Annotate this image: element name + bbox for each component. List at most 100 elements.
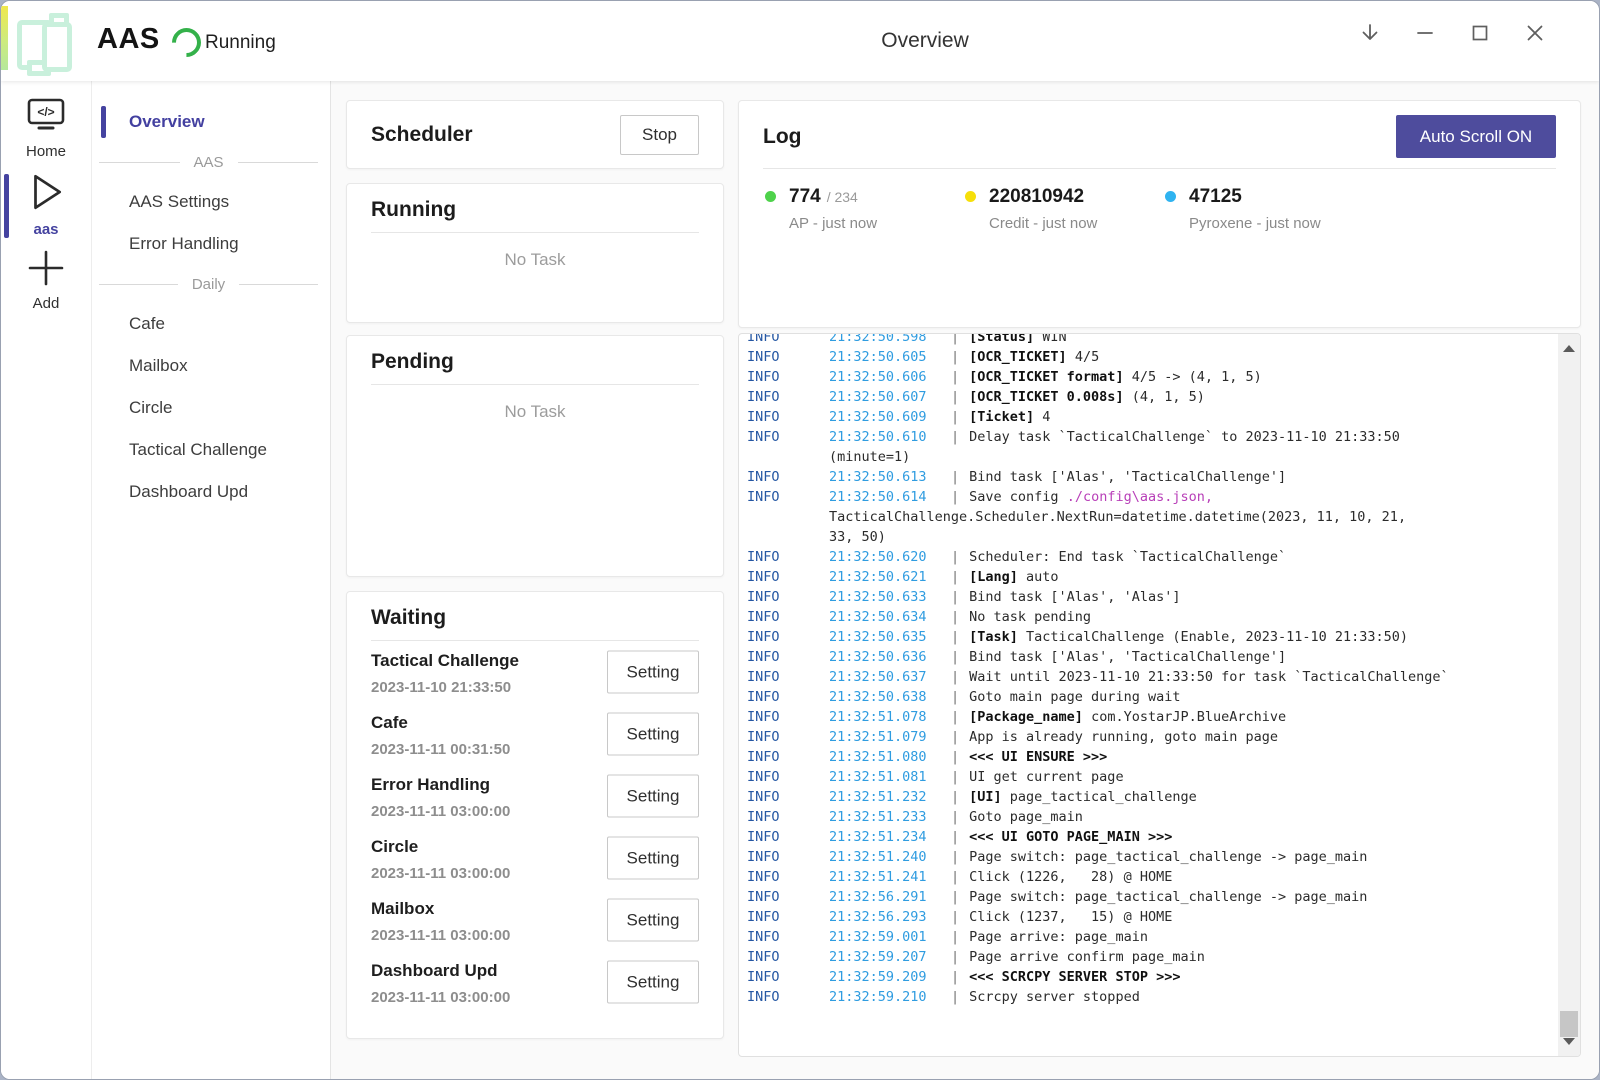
maximize-button[interactable] bbox=[1462, 15, 1498, 51]
task-setting-button[interactable]: Setting bbox=[607, 899, 699, 942]
log-message: [OCR_TICKET] 4/5 bbox=[969, 349, 1099, 365]
status-label: Running bbox=[205, 32, 276, 54]
log-message: Click (1237, 15) @ HOME bbox=[969, 909, 1172, 925]
log-level: INFO bbox=[747, 547, 829, 567]
log-line: INFO21:32:56.293|Click (1237, 15) @ HOME bbox=[747, 907, 1546, 927]
task-setting-button[interactable]: Setting bbox=[607, 961, 699, 1004]
log-timestamp: 21:32:51.240 bbox=[829, 847, 951, 867]
log-line: INFO21:32:50.633|Bind task ['Alas', 'Ala… bbox=[747, 587, 1546, 607]
log-message: No task pending bbox=[969, 609, 1091, 625]
log-level: INFO bbox=[747, 667, 829, 687]
log-separator: | bbox=[951, 629, 959, 645]
stat-dot-icon bbox=[965, 191, 976, 202]
log-message: Wait until 2023-11-10 21:33:50 for task … bbox=[969, 669, 1449, 685]
dashboard-stats: 774/ 234 AP - just now 220810942 Credit … bbox=[763, 186, 1556, 232]
nav-item-cafe[interactable]: Cafe bbox=[91, 303, 330, 345]
log-line: INFO21:32:50.635|[Task] TacticalChalleng… bbox=[747, 627, 1546, 647]
log-line: INFO21:32:56.291|Page switch: page_tacti… bbox=[747, 887, 1546, 907]
task-setting-button[interactable]: Setting bbox=[607, 713, 699, 756]
app-window: AAS Running Overview </> bbox=[0, 0, 1600, 1080]
waiting-task-error-handling: Error Handling 2023-11-11 03:00:00 Setti… bbox=[371, 765, 699, 827]
log-line: INFO21:32:50.610|Delay task `TacticalCha… bbox=[747, 427, 1546, 467]
pending-title: Pending bbox=[371, 350, 699, 374]
log-level: INFO bbox=[747, 407, 829, 427]
log-timestamp: 21:32:50.636 bbox=[829, 647, 951, 667]
log-line: INFO21:32:51.081|UI get current page bbox=[747, 767, 1546, 787]
log-timestamp: 21:32:51.078 bbox=[829, 707, 951, 727]
page-title: Overview bbox=[331, 1, 1519, 81]
running-empty-label: No Task bbox=[371, 250, 699, 270]
nav-section-label: AAS bbox=[194, 154, 224, 171]
stat-value: 774 bbox=[789, 186, 821, 207]
log-line: INFO21:32:50.621|[Lang] auto bbox=[747, 567, 1546, 587]
log-level: INFO bbox=[747, 607, 829, 627]
log-timestamp: 21:32:51.232 bbox=[829, 787, 951, 807]
nav-item-tactical-challenge[interactable]: Tactical Challenge bbox=[91, 429, 330, 471]
log-separator: | bbox=[951, 709, 959, 725]
minimize-button[interactable] bbox=[1407, 15, 1443, 51]
nav-item-dashboard-upd[interactable]: Dashboard Upd bbox=[91, 471, 330, 513]
auto-scroll-button[interactable]: Auto Scroll ON bbox=[1396, 115, 1556, 158]
main-content: Scheduler Stop Running No Task Pending N… bbox=[331, 81, 1599, 1079]
log-message: Goto page_main bbox=[969, 809, 1083, 825]
log-level: INFO bbox=[747, 387, 829, 407]
divider bbox=[763, 168, 1556, 169]
nav-item-mailbox[interactable]: Mailbox bbox=[91, 345, 330, 387]
waiting-task-tactical-challenge: Tactical Challenge 2023-11-10 21:33:50 S… bbox=[371, 641, 699, 703]
task-setting-button[interactable]: Setting bbox=[607, 775, 699, 818]
nav-item-error-handling[interactable]: Error Handling bbox=[91, 223, 330, 265]
log-timestamp: 21:32:51.081 bbox=[829, 767, 951, 787]
task-setting-button[interactable]: Setting bbox=[607, 651, 699, 694]
icon-rail: </> Home aas Add bbox=[1, 81, 92, 1079]
divider bbox=[371, 384, 699, 385]
log-separator: | bbox=[951, 649, 959, 665]
log-separator: | bbox=[951, 749, 959, 765]
log-line: INFO21:32:59.209|<<< SCRCPY SERVER STOP … bbox=[747, 967, 1546, 987]
log-line: INFO21:32:50.614|Save config ./config\aa… bbox=[747, 487, 1546, 547]
log-message: [Task] TacticalChallenge (Enable, 2023-1… bbox=[969, 629, 1408, 645]
scroll-up-arrow-icon[interactable] bbox=[1558, 340, 1580, 360]
nav-item-overview[interactable]: Overview bbox=[91, 101, 330, 143]
stop-button[interactable]: Stop bbox=[620, 115, 699, 155]
log-level: INFO bbox=[747, 467, 829, 487]
log-timestamp: 21:32:59.210 bbox=[829, 987, 951, 1007]
waiting-task-dashboard-upd: Dashboard Upd 2023-11-11 03:00:00 Settin… bbox=[371, 951, 699, 1013]
rail-item-aas[interactable]: aas bbox=[1, 171, 91, 238]
log-message: Bind task ['Alas', 'TacticalChallenge'] bbox=[969, 649, 1286, 665]
log-timestamp: 21:32:50.609 bbox=[829, 407, 951, 427]
nav-item-label: Error Handling bbox=[129, 234, 239, 254]
nav-item-circle[interactable]: Circle bbox=[91, 387, 330, 429]
log-message: App is already running, goto main page bbox=[969, 729, 1278, 745]
nav-item-aas-settings[interactable]: AAS Settings bbox=[91, 181, 330, 223]
log-level: INFO bbox=[747, 587, 829, 607]
scheduler-card: Scheduler Stop bbox=[346, 100, 724, 169]
log-separator: | bbox=[951, 689, 959, 705]
dashboard-stat-ap: 774/ 234 AP - just now bbox=[763, 186, 963, 232]
log-timestamp: 21:32:59.001 bbox=[829, 927, 951, 947]
log-level: INFO bbox=[747, 947, 829, 967]
waiting-task-circle: Circle 2023-11-11 03:00:00 Setting bbox=[371, 827, 699, 889]
log-level: INFO bbox=[747, 367, 829, 387]
log-line: INFO21:32:50.606|[OCR_TICKET format] 4/5… bbox=[747, 367, 1546, 387]
log-scrollbar[interactable] bbox=[1558, 334, 1580, 1056]
waiting-task-mailbox: Mailbox 2023-11-11 03:00:00 Setting bbox=[371, 889, 699, 951]
pending-empty-label: No Task bbox=[371, 402, 699, 422]
close-button[interactable] bbox=[1517, 15, 1553, 51]
log-separator: | bbox=[951, 669, 959, 685]
log-line: INFO21:32:50.620|Scheduler: End task `Ta… bbox=[747, 547, 1546, 567]
stat-caption: Pyroxene - just now bbox=[1189, 215, 1363, 232]
task-setting-button[interactable]: Setting bbox=[607, 837, 699, 880]
log-line: INFO21:32:51.232|[UI] page_tactical_chal… bbox=[747, 787, 1546, 807]
log-level: INFO bbox=[747, 887, 829, 907]
update-download-button[interactable] bbox=[1352, 15, 1388, 51]
log-timestamp: 21:32:50.605 bbox=[829, 347, 951, 367]
rail-item-add[interactable]: Add bbox=[1, 249, 91, 312]
maximize-icon bbox=[1469, 22, 1491, 44]
scroll-down-arrow-icon[interactable] bbox=[1558, 1030, 1580, 1050]
log-message: [Status] WIN bbox=[969, 333, 1067, 345]
rail-item-home[interactable]: </> Home bbox=[1, 97, 91, 160]
log-column: Log Auto Scroll ON 774/ 234 AP - just no… bbox=[738, 100, 1581, 1057]
running-spinner-icon bbox=[166, 22, 207, 63]
log-separator: | bbox=[951, 369, 959, 385]
log-level: INFO bbox=[747, 767, 829, 787]
